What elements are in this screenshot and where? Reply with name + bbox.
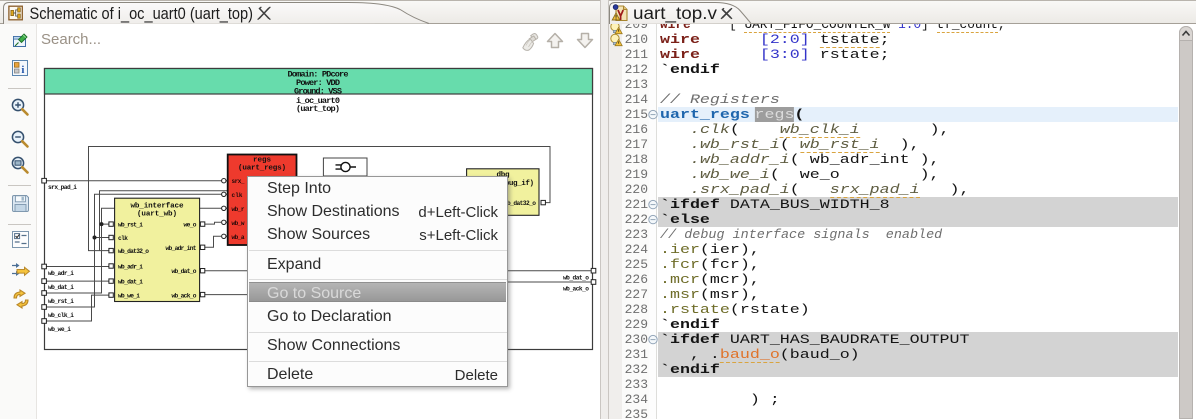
svg-text:wb_rst_i: wb_rst_i xyxy=(48,298,74,305)
svg-text:wb_dat_i: wb_dat_i xyxy=(118,279,143,286)
svg-text:b_dat32_o: b_dat32_o xyxy=(507,200,536,207)
svg-text:srx_: srx_ xyxy=(232,178,245,185)
svg-text:(uart_regs): (uart_regs) xyxy=(238,165,286,173)
svg-text:wb_adr_int: wb_adr_int xyxy=(166,245,197,252)
svg-text:wb_we_i: wb_we_i xyxy=(48,326,71,333)
svg-text:wb_interface: wb_interface xyxy=(131,202,184,210)
svg-text:wb_clk_i: wb_clk_i xyxy=(48,312,74,319)
svg-text:clk: clk xyxy=(232,192,243,199)
svg-text:wb_ack_o: wb_ack_o xyxy=(172,293,197,300)
svg-text:wb_w: wb_w xyxy=(232,220,245,227)
svg-text:wb_ack_o: wb_ack_o xyxy=(563,286,589,293)
svg-text:regs: regs xyxy=(253,157,271,165)
svg-text:uart_top.v: uart_top.v xyxy=(633,2,718,23)
svg-text:i: i xyxy=(21,64,24,76)
svg-text:Schematic of i_oc_uart0 (uart_: Schematic of i_oc_uart0 (uart_top) xyxy=(30,5,253,23)
svg-text:wb_dat_i: wb_dat_i xyxy=(48,284,74,291)
svg-text:wb_dat_o: wb_dat_o xyxy=(172,268,197,275)
svg-text:wb_rst_i: wb_rst_i xyxy=(118,222,143,229)
svg-text:wb_r: wb_r xyxy=(232,206,245,213)
svg-text:wb_dat32_o: wb_dat32_o xyxy=(118,248,149,255)
svg-text:wb_dat_o: wb_dat_o xyxy=(563,274,589,281)
svg-text:wb_adr_i: wb_adr_i xyxy=(118,264,143,271)
svg-text:(uart_wb): (uart_wb) xyxy=(137,210,177,218)
svg-text:wb_we_i: wb_we_i xyxy=(118,293,140,300)
svg-text:(uart_top): (uart_top) xyxy=(296,104,340,114)
svg-text:we_o: we_o xyxy=(184,222,197,229)
svg-text:wb_adr_i: wb_adr_i xyxy=(48,270,74,277)
svg-text:srx_pad_i: srx_pad_i xyxy=(48,184,77,191)
svg-text:wb_a: wb_a xyxy=(232,234,245,241)
svg-text:clk: clk xyxy=(118,235,128,242)
